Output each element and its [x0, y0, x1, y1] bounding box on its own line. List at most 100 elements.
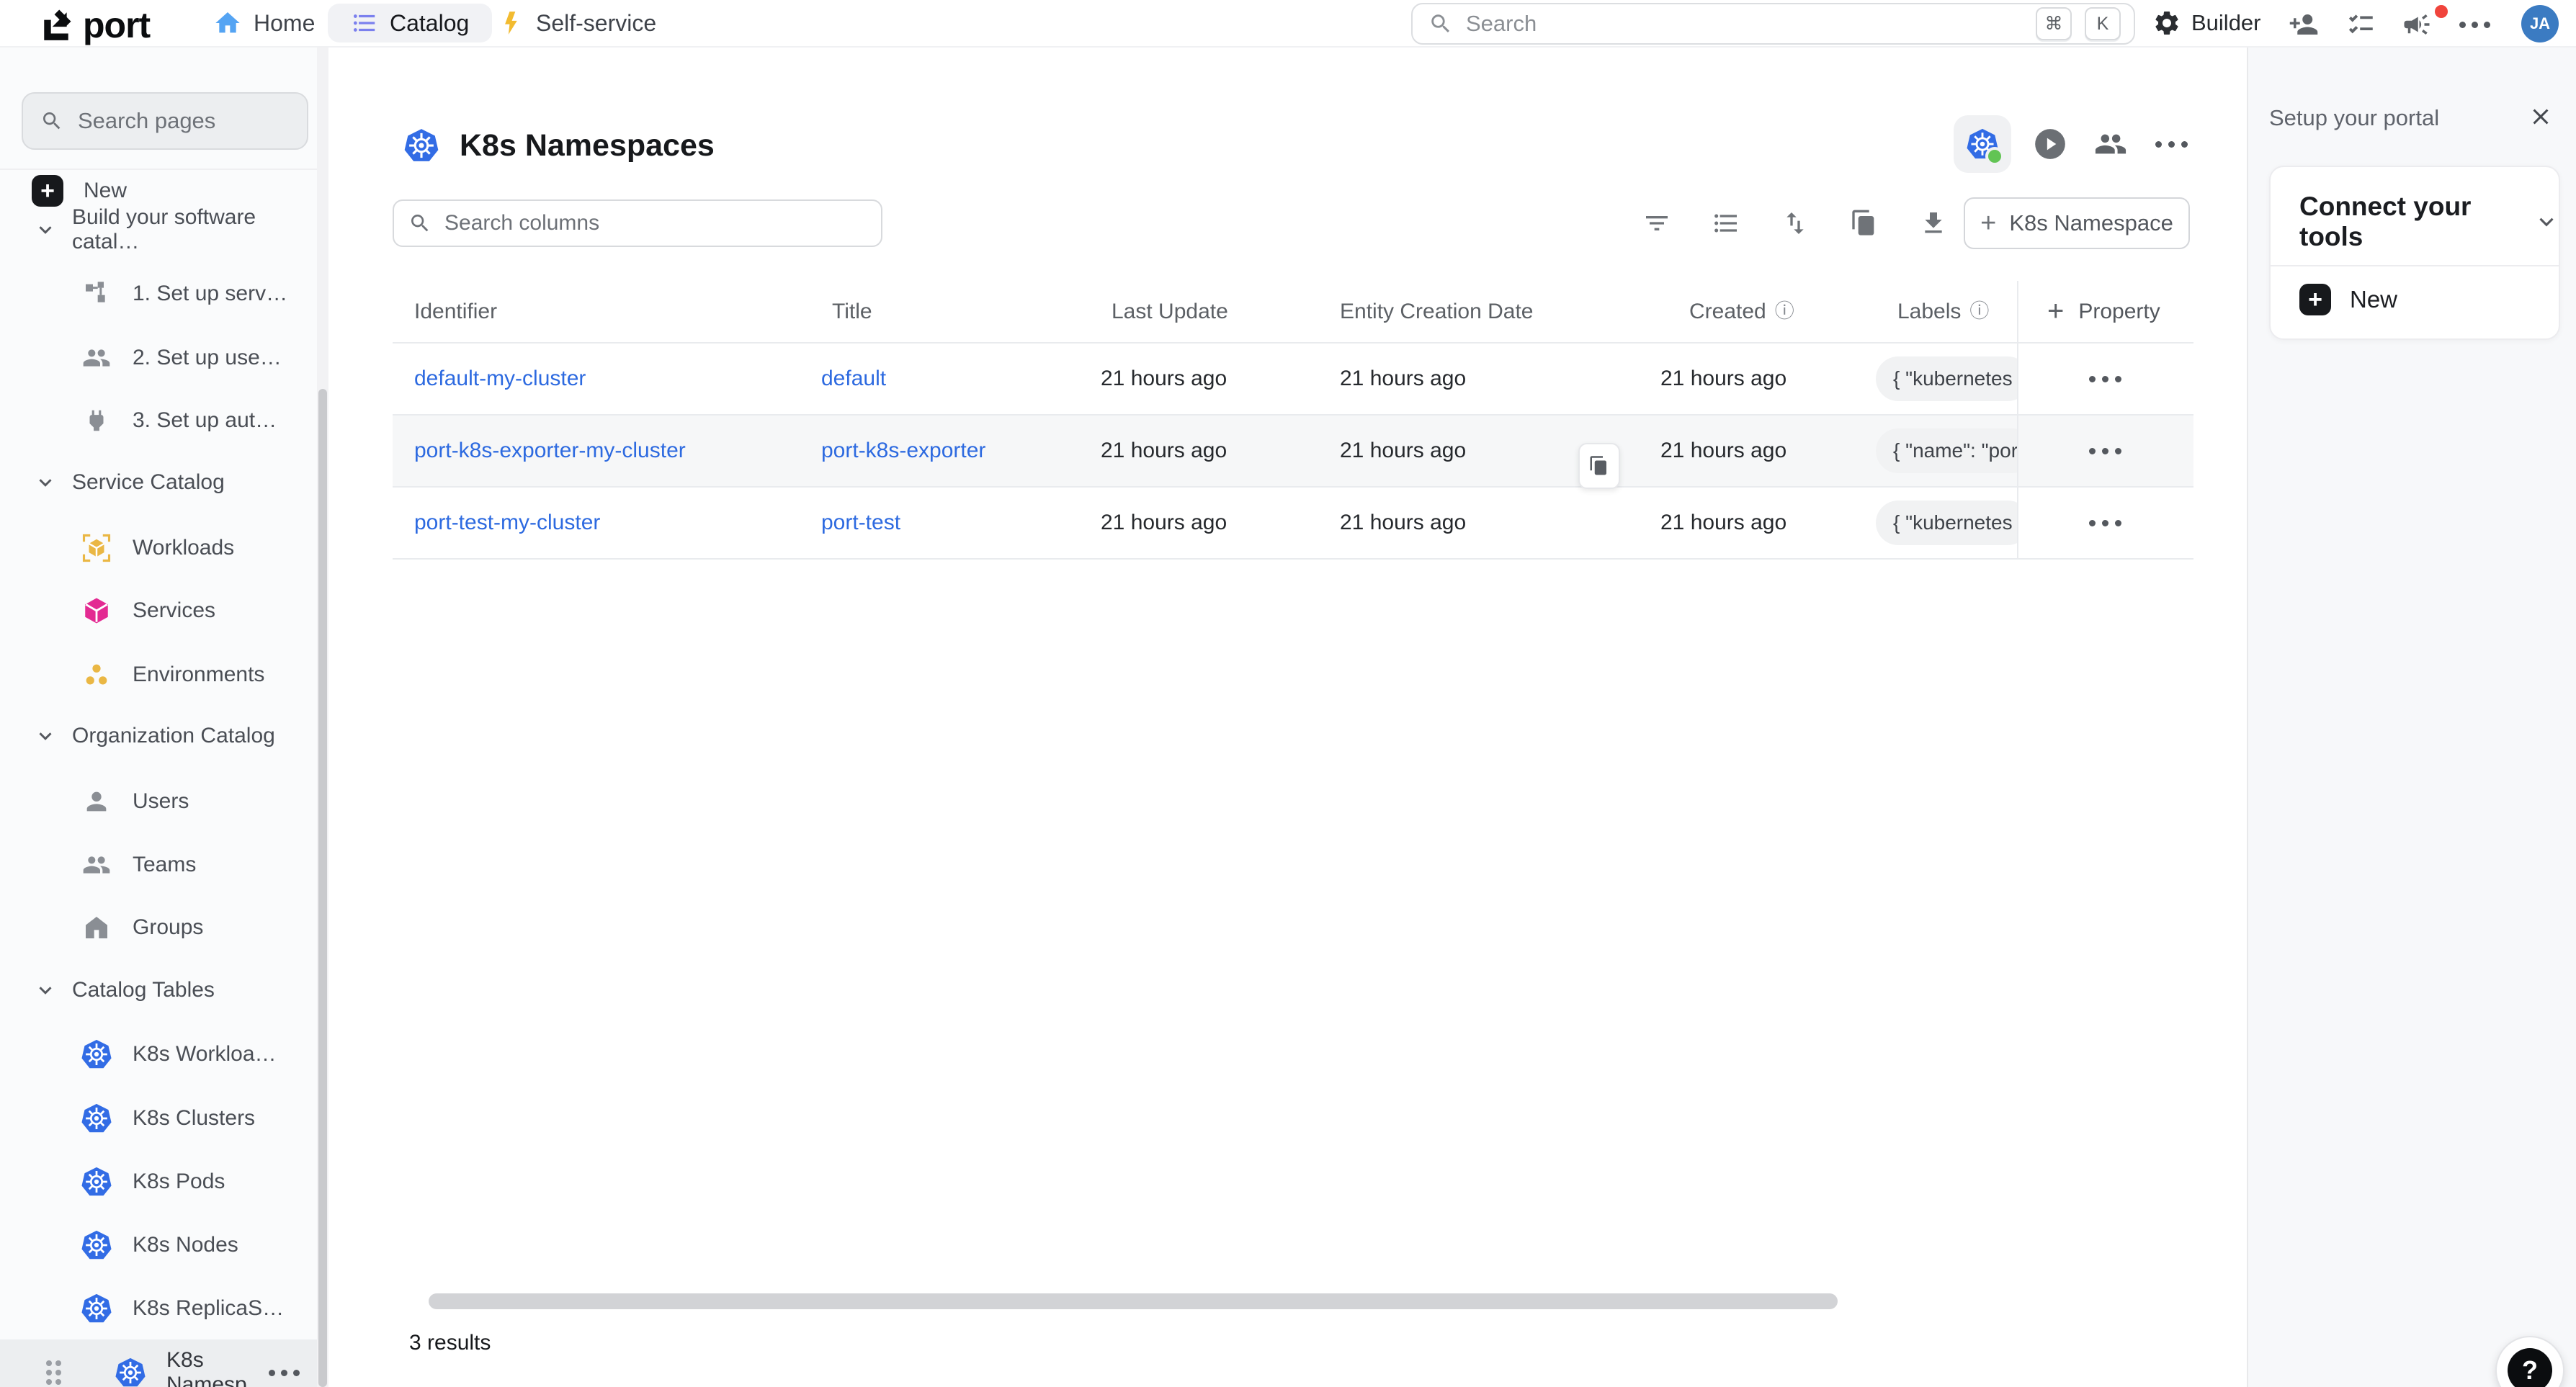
identifier-link[interactable]: port-k8s-exporter-my-cluster	[414, 439, 686, 462]
table-toolbar	[1641, 202, 1949, 245]
row-more-icon[interactable]	[2089, 520, 2121, 526]
close-icon[interactable]	[2525, 101, 2557, 133]
builder-label: Builder	[2191, 10, 2261, 36]
announcements-button[interactable]	[2400, 8, 2433, 41]
info-icon[interactable]: ⓘ	[1969, 302, 1989, 321]
table-row[interactable]: port-k8s-exporter-my-cluster port-k8s-ex…	[393, 416, 2193, 488]
filter-icon[interactable]	[1641, 202, 1673, 245]
horizontal-scrollbar[interactable]	[429, 1293, 1838, 1309]
catalog-list-icon	[351, 9, 378, 37]
kubernetes-icon	[81, 1166, 112, 1198]
header-entity-creation-date[interactable]: Entity Creation Date	[1325, 300, 1650, 324]
org-chart-icon	[81, 278, 112, 310]
setup-portal-panel: Setup your portal Connect your tools + N…	[2247, 48, 2576, 1387]
sidebar-item-k8s-pods[interactable]: K8s Pods	[0, 1150, 328, 1213]
sidebar-item-setup-service[interactable]: 1. Set up serv…	[0, 262, 328, 326]
sidebar-item-users[interactable]: Users	[0, 770, 328, 833]
chevron-down-icon	[35, 219, 56, 241]
sidebar-item-setup-users[interactable]: 2. Set up use…	[0, 326, 328, 390]
download-icon[interactable]	[1918, 202, 1949, 245]
checklist-button[interactable]	[2345, 8, 2378, 41]
global-search: ⌘ K	[1411, 3, 2135, 45]
sidebar-group-label: Organization Catalog	[72, 724, 275, 748]
sidebar-item-workloads[interactable]: Workloads	[0, 516, 328, 580]
avatar[interactable]: JA	[2521, 5, 2559, 42]
header-created[interactable]: Created ⓘ	[1650, 300, 1873, 324]
info-icon[interactable]: ⓘ	[1775, 302, 1794, 321]
sidebar-item-label: 2. Set up use…	[133, 346, 282, 370]
nav-home[interactable]: Home	[213, 0, 315, 46]
title-link[interactable]: port-k8s-exporter	[821, 439, 985, 462]
sidebar-group-catalog-tables[interactable]: Catalog Tables	[0, 959, 328, 1022]
title-link[interactable]: port-test	[821, 511, 900, 534]
play-button[interactable]	[2029, 122, 2072, 166]
add-namespace-button[interactable]: + K8s Namespace	[1964, 197, 2190, 249]
more-options-button[interactable]	[2458, 8, 2491, 41]
sidebar-item-services[interactable]: Services	[0, 579, 328, 642]
sidebar-group-service-catalog[interactable]: Service Catalog	[0, 451, 328, 514]
plus-icon: +	[1980, 208, 1996, 239]
labels-chip[interactable]: { "kubernetes	[1876, 501, 2017, 545]
identifier-link[interactable]: default-my-cluster	[414, 367, 586, 390]
audience-button[interactable]	[2089, 122, 2132, 166]
sidebar-item-k8s-clusters[interactable]: K8s Clusters	[0, 1087, 328, 1150]
identifier-link[interactable]: port-test-my-cluster	[414, 511, 600, 534]
sidebar-item-k8s-workloads[interactable]: K8s Workloa…	[0, 1023, 328, 1086]
sidebar-group-build[interactable]: Build your software catal…	[0, 198, 328, 261]
entity-creation-date-value: 21 hours ago	[1325, 511, 1650, 535]
port-logo[interactable]: port	[40, 4, 150, 46]
labels-chip[interactable]: { "kubernetes	[1876, 356, 2017, 401]
builder-button[interactable]: Builder	[2152, 0, 2261, 46]
plus-icon: +	[2047, 295, 2064, 328]
divider	[2271, 265, 2559, 266]
nav-home-label: Home	[254, 10, 315, 37]
header-title[interactable]: Title	[800, 300, 1083, 324]
kubernetes-icon	[81, 1293, 112, 1324]
labels-chip[interactable]: { "name": "por	[1876, 428, 2017, 473]
copy-value-button[interactable]	[1578, 443, 1620, 489]
sidebar-item-k8s-replicasets[interactable]: K8s ReplicaS…	[0, 1277, 328, 1340]
header-last-update[interactable]: Last Update	[1083, 300, 1325, 324]
table-row[interactable]: port-test-my-cluster port-test 21 hours …	[393, 488, 2193, 560]
page-title: K8s Namespaces	[460, 128, 715, 163]
sidebar-item-groups[interactable]: Groups	[0, 896, 328, 959]
chevron-down-icon	[2534, 210, 2559, 234]
sidebar-item-label: Services	[133, 598, 215, 623]
global-search-input[interactable]	[1466, 11, 2023, 37]
question-mark-icon: ?	[2508, 1348, 2552, 1387]
sidebar-item-k8s-nodes[interactable]: K8s Nodes	[0, 1213, 328, 1277]
sidebar-item-setup-automations[interactable]: 3. Set up aut…	[0, 389, 328, 452]
people-icon	[81, 342, 112, 374]
row-more-icon[interactable]	[2089, 448, 2121, 454]
sidebar-item-teams[interactable]: Teams	[0, 833, 328, 897]
sidebar-item-environments[interactable]: Environments	[0, 643, 328, 706]
item-more-icon[interactable]	[269, 1370, 300, 1376]
sidebar-search-input[interactable]	[78, 108, 290, 134]
sidebar-item-k8s-namespaces[interactable]: K8s Namesp…	[0, 1339, 328, 1387]
sidebar-group-organization-catalog[interactable]: Organization Catalog	[0, 704, 328, 768]
kubernetes-icon	[81, 1038, 112, 1070]
columns-search-input[interactable]	[444, 211, 867, 235]
nav-self-service[interactable]: Self-service	[497, 0, 656, 46]
header-labels[interactable]: Labels ⓘ	[1873, 300, 2017, 324]
table-row[interactable]: default-my-cluster default 21 hours ago …	[393, 344, 2193, 416]
title-link[interactable]: default	[821, 367, 886, 390]
nav-catalog[interactable]: Catalog	[328, 4, 492, 42]
copy-table-icon[interactable]	[1848, 202, 1880, 245]
sidebar-scrollbar-track[interactable]	[317, 48, 328, 1387]
drag-handle-icon[interactable]	[46, 1360, 61, 1385]
group-by-icon[interactable]	[1710, 202, 1742, 245]
panel-new-button[interactable]: + New	[2299, 284, 2397, 315]
chevron-down-icon	[35, 472, 56, 493]
invite-users-button[interactable]	[2287, 8, 2320, 41]
sort-icon[interactable]	[1779, 202, 1811, 245]
page-more-button[interactable]	[2150, 122, 2193, 166]
blueprint-badge-button[interactable]	[1954, 115, 2011, 173]
add-property-column[interactable]: + Property	[2017, 281, 2193, 342]
header-identifier[interactable]: Identifier	[393, 300, 800, 324]
sidebar-scrollbar-thumb[interactable]	[318, 389, 327, 1387]
row-more-icon[interactable]	[2089, 376, 2121, 382]
connect-tools-toggle[interactable]: Connect your tools	[2271, 167, 2559, 252]
connect-tools-title: Connect your tools	[2299, 192, 2518, 252]
panel-new-label: New	[2350, 286, 2397, 313]
